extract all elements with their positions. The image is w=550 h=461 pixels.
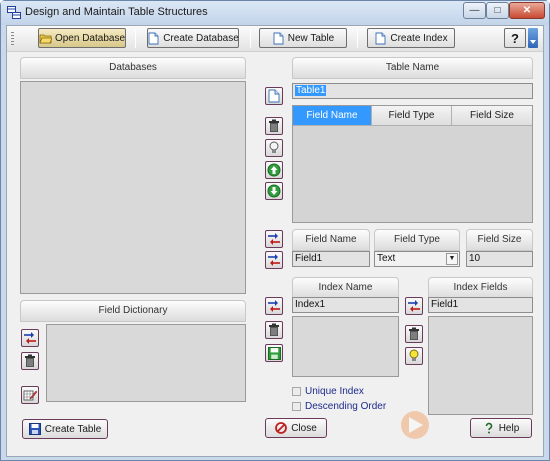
watermark-logo (401, 411, 429, 439)
move-arrows-icon (408, 300, 420, 312)
toolbar-separator (357, 30, 358, 48)
window-title: Design and Maintain Table Structures (25, 6, 208, 18)
save-icon (267, 346, 281, 360)
edit-table-icon (23, 390, 37, 401)
minimize-button[interactable]: — (463, 2, 486, 19)
descending-order-checkbox[interactable]: Descending Order (292, 401, 386, 412)
folder-open-icon (39, 34, 52, 43)
move-field-up-button[interactable] (265, 161, 283, 179)
index-fields-header: Index Fields (428, 277, 533, 299)
create-database-label: Create Database (163, 32, 239, 44)
add-field-button[interactable] (21, 329, 39, 347)
save-index-button[interactable] (265, 344, 283, 362)
trash-icon (269, 323, 279, 336)
field-name-input[interactable]: Field1 (292, 251, 370, 267)
add-index-field-button[interactable] (405, 297, 423, 315)
new-field-button[interactable] (265, 87, 283, 105)
move-arrows-icon (268, 300, 280, 312)
move-arrows-icon (268, 233, 280, 245)
grid-header-field-size[interactable]: Field Size (452, 106, 532, 126)
move-arrows-icon (268, 254, 280, 266)
table-name-value: Table1 (295, 85, 327, 96)
delete-dictionary-field-button[interactable] (21, 352, 39, 370)
descending-order-label: Descending Order (305, 401, 387, 412)
new-table-label: New Table (287, 32, 335, 44)
create-index-label: Create Index (390, 32, 448, 44)
dropdown-arrow-icon[interactable]: ▼ (446, 253, 458, 265)
delete-index-button[interactable] (265, 321, 283, 339)
open-database-button[interactable]: Open Database (38, 28, 126, 48)
update-field-button[interactable] (265, 251, 283, 269)
index-fields-list[interactable] (428, 316, 533, 415)
toolbar: Open Database Create Database New Table (7, 26, 543, 52)
edit-dictionary-button[interactable] (21, 386, 39, 404)
app-icon (7, 6, 21, 19)
delete-field-button[interactable] (265, 117, 283, 135)
field-type-header: Field Type (374, 229, 460, 251)
close-window-button[interactable]: ✕ (509, 2, 545, 19)
title-bar: Design and Maintain Table Structures — □… (1, 1, 549, 25)
delete-index-field-button[interactable] (405, 325, 423, 343)
new-document-icon (273, 32, 284, 44)
grid-header-field-name[interactable]: Field Name (293, 106, 372, 126)
toolbar-grip[interactable] (11, 32, 14, 46)
maximize-button[interactable]: □ (486, 2, 509, 19)
save-icon (28, 423, 41, 435)
field-dictionary-header: Field Dictionary (20, 300, 246, 322)
new-document-icon (375, 32, 386, 44)
add-index-button[interactable] (265, 297, 283, 315)
arrow-down-icon (267, 184, 281, 198)
table-name-input[interactable]: Table1 (292, 83, 533, 99)
trash-icon (269, 119, 279, 132)
databases-list[interactable] (20, 81, 246, 294)
toolbar-help-button[interactable]: ? (504, 28, 526, 48)
field-name-header: Field Name (292, 229, 370, 251)
new-document-icon (148, 32, 159, 44)
close-label: Close (291, 422, 317, 434)
index-field-input[interactable]: Field1 (428, 297, 533, 313)
move-field-down-button[interactable] (265, 182, 283, 200)
create-database-button[interactable]: Create Database (147, 28, 239, 48)
field-dictionary-list[interactable] (46, 324, 246, 402)
arrow-up-icon (267, 163, 281, 177)
client-area: Open Database Create Database New Table (6, 25, 544, 457)
field-size-header: Field Size (466, 229, 533, 251)
create-index-button[interactable]: Create Index (367, 28, 455, 48)
index-field-key-button[interactable] (405, 347, 423, 365)
toolbar-separator (135, 30, 136, 48)
unique-index-label: Unique Index (305, 386, 364, 397)
grid-header-field-type[interactable]: Field Type (372, 106, 452, 126)
table-name-header: Table Name (292, 57, 533, 79)
new-document-icon (268, 89, 280, 103)
field-size-input[interactable]: 10 (466, 251, 533, 267)
no-entry-icon (275, 422, 288, 434)
lightbulb-icon (409, 349, 419, 361)
close-button[interactable]: Close (265, 418, 327, 438)
index-name-header: Index Name (292, 277, 399, 299)
toolbar-separator (250, 30, 251, 48)
trash-icon (25, 354, 35, 367)
descending-order-box[interactable] (292, 402, 301, 411)
index-name-input[interactable]: Index1 (292, 297, 399, 313)
index-list[interactable] (292, 316, 399, 377)
create-table-button[interactable]: Create Table (22, 419, 108, 439)
lightbulb-icon (269, 141, 279, 153)
add-field-to-table-button[interactable] (265, 230, 283, 248)
unique-index-box[interactable] (292, 387, 301, 396)
fields-grid[interactable]: Field Name Field Type Field Size (292, 105, 533, 223)
databases-header: Databases (20, 57, 246, 79)
app-window: Design and Maintain Table Structures — □… (0, 0, 550, 461)
move-arrows-icon (24, 332, 36, 344)
help-question-icon: ? (511, 30, 519, 46)
field-type-value: Text (377, 253, 396, 264)
create-table-label: Create Table (44, 423, 102, 435)
trash-icon (409, 327, 419, 340)
open-database-label: Open Database (54, 32, 126, 44)
field-key-button[interactable] (265, 139, 283, 157)
unique-index-checkbox[interactable]: Unique Index (292, 386, 364, 397)
new-table-button[interactable]: New Table (259, 28, 347, 48)
field-type-select[interactable]: Text ▼ (374, 251, 460, 267)
toolbar-overflow-chevron[interactable] (528, 28, 538, 48)
